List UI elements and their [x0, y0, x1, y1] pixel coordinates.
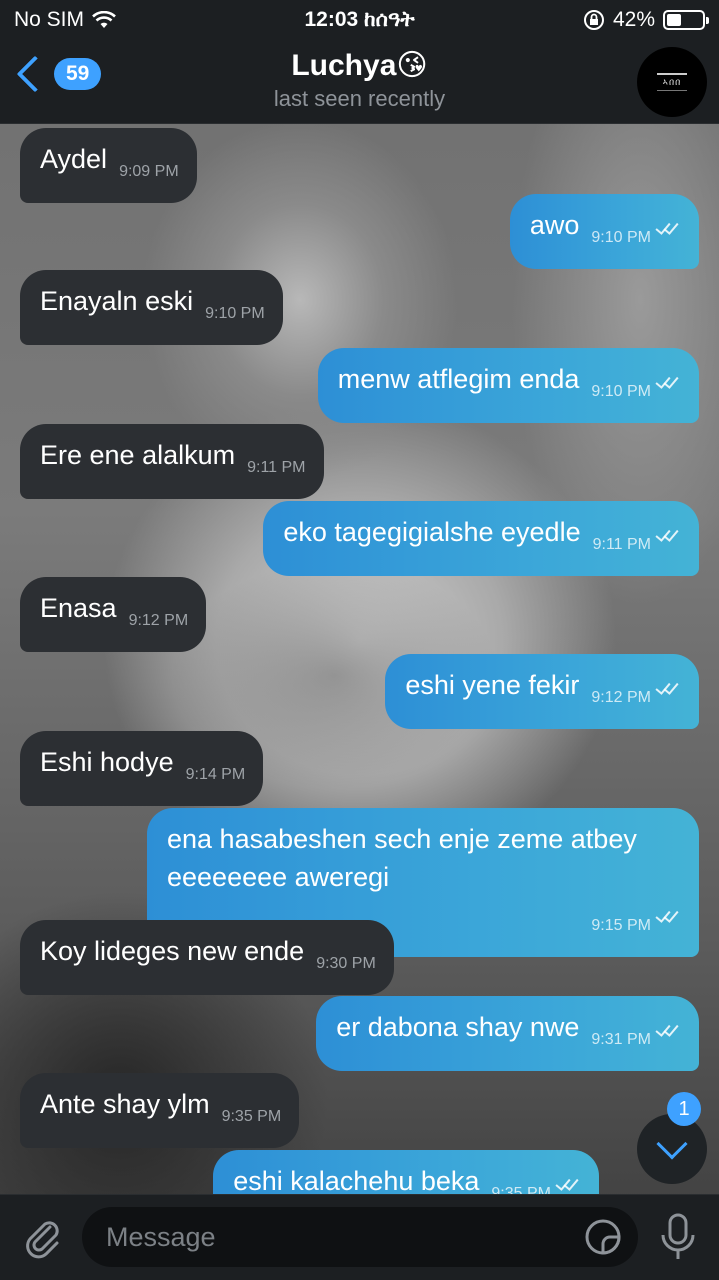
message-time: 9:35 PM	[221, 1108, 282, 1125]
double-check-icon	[655, 222, 681, 236]
message-text: Eshi hodye	[40, 747, 174, 777]
message-time: 9:15 PM	[591, 917, 651, 934]
message-bubble-outgoing[interactable]: eko tagegigialshe eyedle 9:11 PM	[263, 501, 699, 576]
double-check-icon	[555, 1178, 581, 1192]
paperclip-icon[interactable]	[20, 1215, 64, 1259]
status-bar: No SIM 12:03 ከሰዓት 42%	[0, 0, 719, 40]
message-bubble-outgoing[interactable]: eshi yene fekir 9:12 PM	[385, 654, 699, 729]
battery-percent: 42%	[612, 8, 655, 31]
double-check-icon	[655, 910, 681, 924]
message-text: Enayaln eski	[40, 286, 194, 316]
message-time: 9:30 PM	[316, 955, 376, 972]
message-text: Ante shay ylm	[40, 1089, 210, 1119]
battery-icon	[663, 10, 709, 30]
wifi-icon	[92, 11, 116, 28]
chevron-down-icon	[656, 1128, 688, 1160]
message-text: eko tagegigialshe eyedle	[283, 517, 581, 547]
message-time: 9:35 PM	[491, 1185, 551, 1194]
message-time: 9:09 PM	[119, 163, 179, 180]
message-composer	[0, 1194, 719, 1280]
battery-level	[667, 14, 682, 26]
double-check-icon	[655, 682, 681, 696]
message-bubble-incoming[interactable]: Ante shay ylm 9:35 PM	[20, 1073, 300, 1148]
message-list[interactable]: Aydel 9:09 PM awo 9:10 PM Enayaln eski 9:10…	[0, 124, 719, 1194]
message-bubble-outgoing[interactable]: awo 9:10 PM	[509, 194, 699, 269]
message-bubble-incoming[interactable]: Ere ene alalkum 9:11 PM	[20, 424, 324, 499]
message-text: Enasa	[40, 593, 117, 623]
chat-header: No SIM 12:03 ከሰዓት 42% 59 Luchya😘 last se…	[0, 0, 719, 124]
message-time: 9:11 PM	[247, 459, 306, 476]
message-bubble-incoming[interactable]: Enasa 9:12 PM	[20, 577, 207, 652]
message-text: ena hasabeshen sech enje zeme atbey eeee…	[167, 824, 637, 892]
last-seen-status: last seen recently	[273, 86, 446, 111]
new-messages-badge: 1	[667, 1092, 701, 1126]
message-time: 9:31 PM	[591, 1031, 651, 1048]
message-text: eshi yene fekir	[405, 670, 580, 700]
carrier-label: No SIM	[14, 8, 85, 31]
message-time: 9:12 PM	[591, 689, 651, 706]
avatar-logo: ኣበበ	[657, 73, 687, 91]
message-text: eshi kalachehu beka	[233, 1166, 480, 1194]
message-time: 9:10 PM	[591, 383, 651, 400]
message-text: er dabona shay nwe	[336, 1012, 580, 1042]
contact-avatar[interactable]: ኣበበ	[637, 47, 707, 117]
message-text: awo	[529, 210, 580, 240]
sticker-icon[interactable]	[584, 1218, 622, 1256]
message-bubble-incoming[interactable]: Eshi hodye 9:14 PM	[20, 731, 264, 806]
message-bubble-incoming[interactable]: Enayaln eski 9:10 PM	[20, 270, 283, 345]
message-text: Ere ene alalkum	[40, 440, 236, 470]
scroll-to-bottom-button[interactable]	[637, 1114, 707, 1184]
message-bubble-outgoing[interactable]: menw atflegim enda 9:10 PM	[317, 348, 699, 423]
message-time: 9:11 PM	[592, 536, 651, 553]
double-check-icon	[655, 529, 681, 543]
double-check-icon	[655, 376, 681, 390]
message-time: 9:10 PM	[591, 229, 651, 246]
message-input[interactable]	[82, 1207, 638, 1267]
message-time: 9:14 PM	[185, 766, 246, 783]
lock-rotation-icon	[583, 10, 604, 30]
message-time: 9:12 PM	[128, 612, 189, 629]
microphone-icon[interactable]	[656, 1211, 700, 1263]
double-check-icon	[655, 1024, 681, 1038]
chat-title[interactable]: Luchya😘	[0, 48, 719, 83]
message-bubble-outgoing[interactable]: er dabona shay nwe 9:31 PM	[316, 996, 699, 1071]
message-time: 9:10 PM	[205, 305, 265, 322]
message-text: Koy lideges new ende	[40, 936, 305, 966]
message-bubble-outgoing[interactable]: eshi kalachehu beka 9:35 PM	[213, 1150, 599, 1194]
message-text: Aydel	[40, 144, 108, 174]
message-bubble-incoming[interactable]: Aydel 9:09 PM	[20, 128, 197, 203]
message-text: menw atflegim enda	[337, 364, 580, 394]
message-bubble-incoming[interactable]: Koy lideges new ende 9:30 PM	[20, 920, 394, 995]
